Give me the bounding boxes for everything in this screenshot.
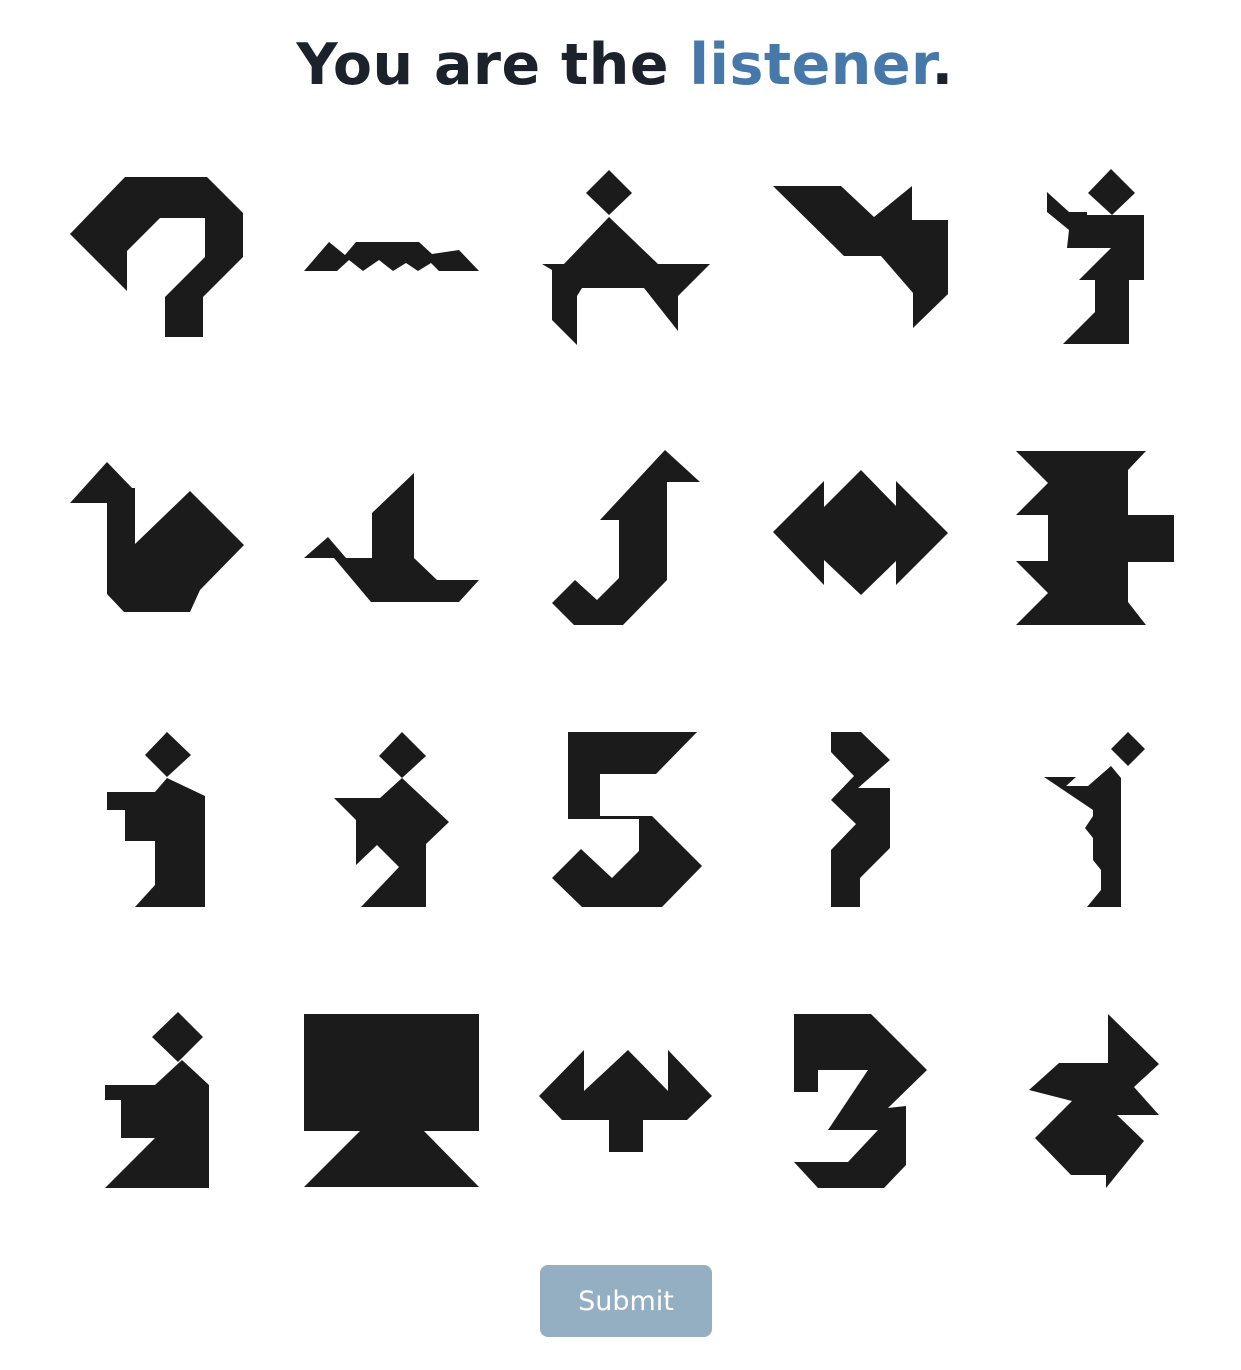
tangram-tile-wave[interactable] <box>289 160 494 365</box>
wave-shape <box>304 242 479 271</box>
tangram-tile-duck[interactable] <box>55 440 260 645</box>
tangram-tile-monitor[interactable] <box>289 1000 494 1205</box>
tangram-tile-seated-person[interactable] <box>55 1000 260 1205</box>
duck-shape <box>70 462 244 612</box>
camel-shape <box>542 170 710 345</box>
tangram-tile-swallow[interactable] <box>756 160 961 365</box>
dancer-shape <box>334 732 449 907</box>
role-word: listener <box>689 32 932 98</box>
crane-shape <box>552 450 700 625</box>
fish-shape <box>1029 1014 1159 1188</box>
tangram-tile-camel[interactable] <box>522 160 727 365</box>
tangram-tile-fish[interactable] <box>989 1000 1194 1205</box>
tangram-tile-kneeling-figure[interactable] <box>989 160 1194 365</box>
monitor-shape <box>304 1014 479 1187</box>
number-three-thin-shape <box>831 732 890 907</box>
kneeling-figure-shape <box>1047 169 1144 344</box>
submit-button[interactable]: Submit <box>540 1265 712 1337</box>
tangram-tile-question-mark[interactable] <box>55 160 260 365</box>
tangram-tile-arrow-bird[interactable] <box>522 1000 727 1205</box>
number-five-shape <box>552 732 702 907</box>
page-title: You are the listener. <box>0 26 1241 104</box>
number-three-shape <box>794 1014 927 1188</box>
tangram-tile-crane[interactable] <box>522 440 727 645</box>
tangram-tile-sitting-figure[interactable] <box>55 720 260 925</box>
spool-shape <box>1016 451 1174 625</box>
tangram-tile-number-five[interactable] <box>522 720 727 925</box>
tangram-tile-spool[interactable] <box>989 440 1194 645</box>
title-prefix: You are the <box>296 32 690 98</box>
swallow-shape <box>773 186 948 328</box>
bird-figure-shape <box>1044 732 1145 907</box>
tangram-tile-number-three[interactable] <box>756 1000 961 1205</box>
tangram-tile-dancer[interactable] <box>289 720 494 925</box>
double-arrow-shape <box>773 470 948 595</box>
tangram-tile-number-three-thin[interactable] <box>756 720 961 925</box>
tangram-tile-boat[interactable] <box>289 440 494 645</box>
question-mark-shape <box>70 177 243 337</box>
tangram-tile-double-arrow[interactable] <box>756 440 961 645</box>
sitting-figure-shape <box>107 732 205 907</box>
tangram-tile-bird-figure[interactable] <box>989 720 1194 925</box>
seated-person-shape <box>105 1012 209 1188</box>
boat-shape <box>304 473 479 602</box>
title-suffix: . <box>931 32 954 98</box>
arrow-bird-shape <box>539 1050 712 1152</box>
